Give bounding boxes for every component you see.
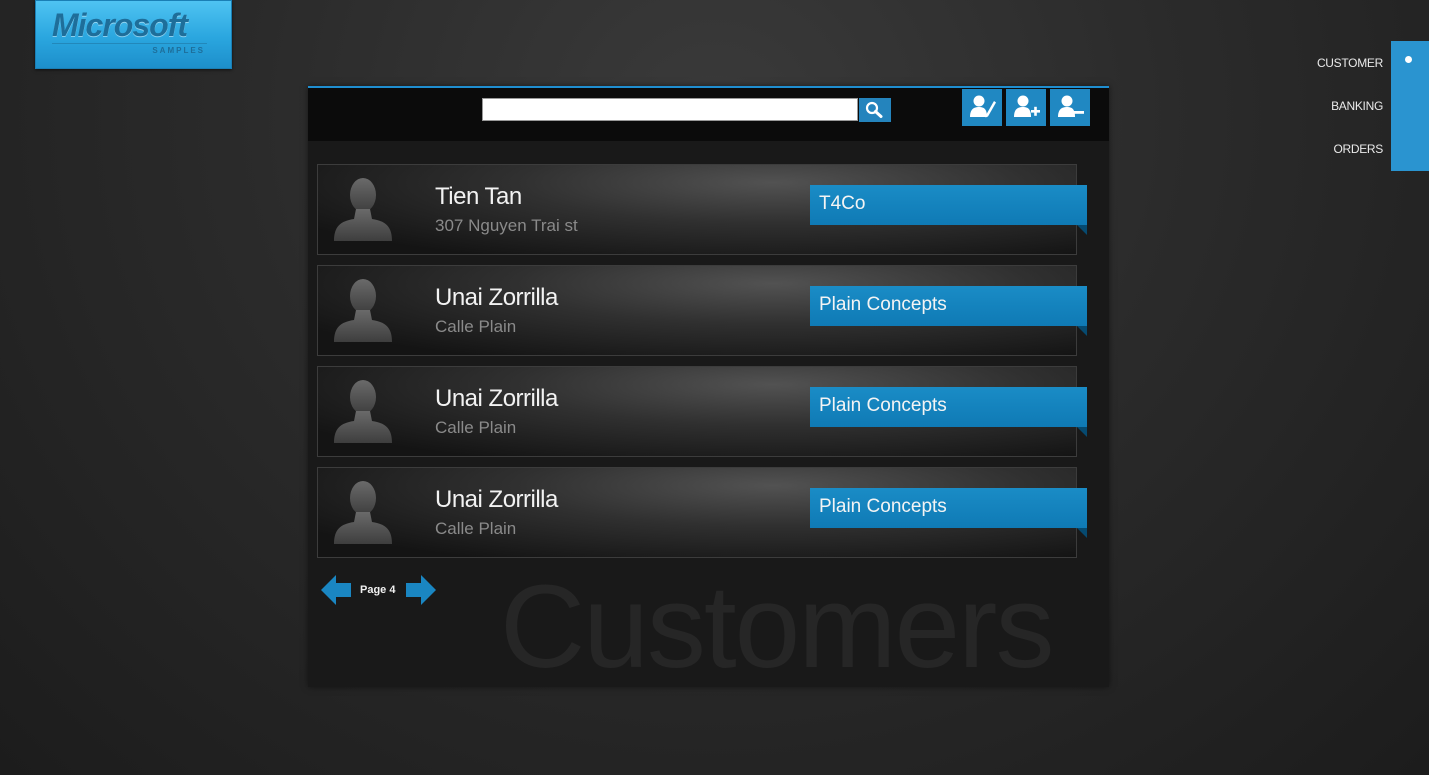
nav-item-banking[interactable]: BANKING <box>1331 99 1383 113</box>
ribbon-fold <box>1077 427 1087 437</box>
previous-page-arrow-icon[interactable] <box>320 574 352 606</box>
nav-item-orders[interactable]: ORDERS <box>1333 142 1383 156</box>
customer-address: Calle Plain <box>435 418 517 437</box>
user-avatar-icon <box>334 380 392 443</box>
remove-customer-button[interactable] <box>1050 89 1090 126</box>
nav-item-customer[interactable]: CUSTOMER <box>1317 56 1383 70</box>
customer-name: Unai Zorrilla <box>435 385 558 412</box>
company-ribbon: Plain Concepts <box>810 387 1087 437</box>
company-ribbon: T4Co <box>810 185 1087 235</box>
user-avatar-icon <box>334 481 392 544</box>
search-button[interactable] <box>859 98 891 122</box>
company-name: Plain Concepts <box>819 395 947 416</box>
customer-name: Tien Tan <box>435 183 522 210</box>
customers-panel: Customers Tien Tan 307 Nguyen Trai st T4… <box>308 86 1109 687</box>
search-icon <box>865 101 883 118</box>
toolbar <box>308 88 1109 141</box>
customer-card[interactable]: Unai Zorrilla Calle Plain Plain Concepts <box>317 265 1087 356</box>
customer-card[interactable]: Unai Zorrilla Calle Plain Plain Concepts <box>317 366 1087 457</box>
search-input[interactable] <box>482 98 858 121</box>
next-page-arrow-icon[interactable] <box>405 574 437 606</box>
company-ribbon: Plain Concepts <box>810 286 1087 336</box>
customer-address: Calle Plain <box>435 317 517 336</box>
company-name: Plain Concepts <box>819 294 947 315</box>
ribbon-fold <box>1077 225 1087 235</box>
logo-divider <box>52 43 207 44</box>
company-name: Plain Concepts <box>819 496 947 517</box>
microsoft-samples-logo: Microsoft SAMPLES <box>35 0 232 69</box>
company-name: T4Co <box>819 193 866 214</box>
page-indicator: Page 4 <box>360 584 396 596</box>
customer-card[interactable]: Unai Zorrilla Calle Plain Plain Concepts <box>317 467 1087 558</box>
ribbon-fold <box>1077 528 1087 538</box>
edit-customer-button[interactable] <box>962 89 1002 126</box>
ribbon-fold <box>1077 326 1087 336</box>
add-user-icon <box>1014 95 1040 117</box>
customer-address: Calle Plain <box>435 519 517 538</box>
remove-user-icon <box>1058 95 1084 117</box>
customer-name: Unai Zorrilla <box>435 486 558 513</box>
add-customer-button[interactable] <box>1006 89 1046 126</box>
logo-wordmark: Microsoft <box>52 7 188 43</box>
section-watermark: Customers <box>500 561 1054 687</box>
edit-user-icon <box>970 95 996 118</box>
company-ribbon: Plain Concepts <box>810 488 1087 538</box>
user-avatar-icon <box>334 279 392 342</box>
nav-active-indicator-icon <box>1405 56 1412 63</box>
user-avatar-icon <box>334 178 392 241</box>
customer-card[interactable]: Tien Tan 307 Nguyen Trai st T4Co <box>317 164 1087 255</box>
customer-name: Unai Zorrilla <box>435 284 558 311</box>
pager: Page 4 <box>320 574 450 608</box>
logo-subtitle: SAMPLES <box>152 46 205 55</box>
customer-address: 307 Nguyen Trai st <box>435 216 578 235</box>
